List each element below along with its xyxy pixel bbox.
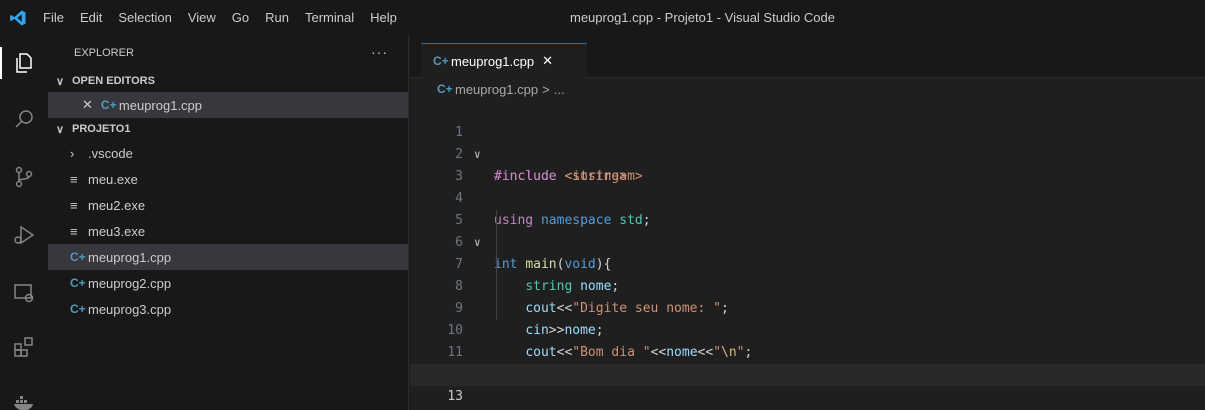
menu-file[interactable]: File (35, 0, 72, 35)
docker-icon[interactable] (0, 377, 48, 410)
tree-item-label: .vscode (88, 145, 133, 161)
file-lines-icon: ≡ (70, 223, 78, 239)
tree-item-meuprog3[interactable]: C+ meuprog3.cpp (48, 296, 408, 322)
tab-label: meuprog1.cpp (451, 53, 535, 69)
activity-bar (0, 35, 48, 410)
menu-help[interactable]: Help (362, 0, 405, 35)
tree-item-meuprog1[interactable]: C+ meuprog1.cpp (48, 244, 408, 270)
menu-edit[interactable]: Edit (72, 0, 110, 35)
tree-item-vscode[interactable]: › .vscode (48, 140, 408, 166)
tree-item-label: meu3.exe (88, 223, 146, 239)
menu-bar: File Edit Selection View Go Run Terminal… (35, 0, 405, 35)
breadcrumb-file[interactable]: meuprog1.cpp (455, 82, 538, 97)
open-editors-section[interactable]: ∨ OPEN EDITORS (48, 70, 408, 92)
open-editor-item[interactable]: ✕ C+ meuprog1.cpp (48, 92, 408, 118)
line-number: 13 (447, 389, 463, 404)
chevron-down-icon: ∨ (56, 123, 65, 136)
file-lines-icon: ≡ (70, 171, 78, 187)
tree-item-label: meu2.exe (88, 197, 146, 213)
chevron-right-icon: › (70, 145, 75, 161)
open-editors-label: OPEN EDITORS (72, 75, 155, 87)
code-line: 7 cout<<"Digite seu nome: "; (410, 232, 1205, 316)
tab-bar: C+ meuprog1.cpp ✕ (410, 35, 1205, 78)
code-line: 11 } (410, 320, 1205, 382)
breadcrumb-symbol[interactable]: ... (554, 82, 565, 97)
tab-meuprog1[interactable]: C+ meuprog1.cpp ✕ (421, 43, 587, 78)
code-line: 4 using namespace std; (410, 166, 1205, 228)
tree-item-label: meuprog1.cpp (88, 249, 172, 265)
menu-run[interactable]: Run (257, 0, 297, 35)
tree-item-meu2-exe[interactable]: ≡ meu2.exe (48, 192, 408, 218)
vscode-logo-icon (0, 0, 35, 35)
open-editor-filename: meuprog1.cpp (118, 97, 203, 113)
explorer-title: EXPLORER (74, 46, 134, 59)
code-line: 1 ∨ #include <iostream> (410, 100, 1205, 184)
explorer-sidebar: EXPLORER ··· ∨ OPEN EDITORS ✕ C+ meuprog… (48, 35, 409, 410)
code-line: 9 cout<<"Bom dia "<<nome<<"\n"; (410, 276, 1205, 360)
code-line: 5 ∨ int main(void){ (410, 188, 1205, 272)
cpp-file-icon: C+ (70, 276, 86, 290)
chevron-down-icon: ∨ (56, 75, 65, 88)
remote-explorer-icon[interactable] (0, 269, 48, 317)
code-line: 10 return 0; (410, 298, 1205, 382)
breadcrumb: C+ meuprog1.cpp > ... (410, 78, 1205, 100)
menu-go[interactable]: Go (224, 0, 257, 35)
code-line: 12 (410, 342, 1205, 382)
extensions-icon[interactable] (0, 323, 48, 371)
code-line: 3 (410, 144, 1205, 184)
close-icon[interactable]: ✕ (82, 97, 93, 113)
tree-item-label: meuprog2.cpp (88, 275, 172, 291)
project-label: PROJETO1 (72, 123, 131, 135)
search-icon[interactable] (0, 95, 48, 143)
more-actions-icon[interactable]: ··· (371, 35, 388, 70)
menu-view[interactable]: View (180, 0, 224, 35)
menu-terminal[interactable]: Terminal (297, 0, 362, 35)
tree-item-meu3-exe[interactable]: ≡ meu3.exe (48, 218, 408, 244)
cpp-file-icon: C+ (433, 54, 449, 68)
cpp-file-icon: C+ (70, 302, 86, 316)
project-section[interactable]: ∨ PROJETO1 (48, 118, 408, 140)
cpp-file-icon: C+ (437, 82, 453, 96)
title-bar: File Edit Selection View Go Run Terminal… (0, 0, 1205, 35)
code-editor[interactable]: 1 ∨ #include <iostream> 2 #include <stri… (410, 100, 1205, 404)
code-line: 6 string nome; (410, 210, 1205, 294)
close-icon[interactable]: ✕ (542, 53, 553, 69)
tree-item-label: meuprog3.cpp (88, 301, 172, 317)
explorer-header: EXPLORER ··· (48, 35, 408, 70)
breadcrumb-separator: > (542, 81, 550, 97)
file-lines-icon: ≡ (70, 197, 78, 213)
editor-area: C+ meuprog1.cpp ✕ C+ meuprog1.cpp > ... … (410, 35, 1205, 410)
menu-selection[interactable]: Selection (110, 0, 179, 35)
tree-item-label: meu.exe (88, 171, 138, 187)
code-line: 2 #include <string> (410, 122, 1205, 184)
tree-item-meu-exe[interactable]: ≡ meu.exe (48, 166, 408, 192)
code-line: 8 cin>>nome; (410, 254, 1205, 338)
source-control-icon[interactable] (0, 153, 48, 201)
tree-item-meuprog2[interactable]: C+ meuprog2.cpp (48, 270, 408, 296)
run-debug-icon[interactable] (0, 211, 48, 259)
cpp-file-icon: C+ (100, 98, 117, 112)
explorer-icon[interactable] (0, 39, 48, 87)
cpp-file-icon: C+ (70, 250, 86, 264)
code-line-current: 13 (410, 364, 1205, 404)
